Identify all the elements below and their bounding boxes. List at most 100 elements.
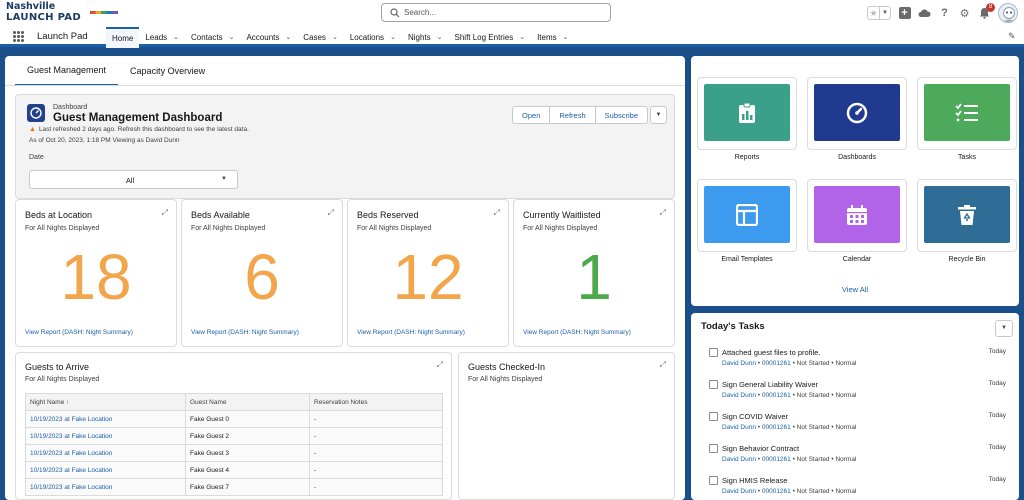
task-owner-link[interactable]: David Dunn: [722, 360, 756, 367]
night-name-link[interactable]: 10/19/2023 at Fake Location: [25, 427, 186, 445]
task-title-link[interactable]: Sign HMIS Release: [722, 476, 787, 485]
task-owner-link[interactable]: David Dunn: [722, 392, 756, 399]
tile-label-recycle-bin[interactable]: Recycle Bin: [917, 256, 1017, 263]
tab-capacity-overview[interactable]: Capacity Overview: [118, 56, 217, 86]
nav-item-items[interactable]: Items ⌄: [531, 27, 574, 47]
task-item: Sign General Liability Waiver Today Davi…: [709, 379, 1009, 409]
notifications-button[interactable]: 8: [978, 2, 995, 20]
nav-item-nights[interactable]: Nights ⌄: [402, 27, 449, 47]
setup-button[interactable]: ⚙: [958, 7, 971, 20]
task-title-link[interactable]: Attached guest files to profile.: [722, 348, 820, 357]
warning-icon: ▲: [29, 126, 36, 133]
chevron-down-icon[interactable]: ⌄: [519, 33, 525, 41]
task-owner-link[interactable]: David Dunn: [722, 456, 756, 463]
plus-icon: +: [898, 7, 911, 19]
metric-title: Currently Waitlisted: [523, 210, 601, 220]
task-checkbox[interactable]: [709, 348, 718, 357]
task-record-link[interactable]: 00001261: [762, 488, 791, 495]
task-checkbox[interactable]: [709, 444, 718, 453]
view-report-link[interactable]: View Report (DASH: Night Summary): [357, 329, 465, 336]
column-header-guest-name[interactable]: Guest Name: [185, 393, 310, 411]
task-checkbox[interactable]: [709, 476, 718, 485]
task-checkbox[interactable]: [709, 412, 718, 421]
task-record-link[interactable]: 00001261: [762, 424, 791, 431]
task-record-link[interactable]: 00001261: [762, 392, 791, 399]
expand-icon[interactable]: ⤢: [437, 360, 443, 370]
night-name-link[interactable]: 10/19/2023 at Fake Location: [25, 410, 186, 428]
expand-icon[interactable]: ⤢: [328, 208, 334, 218]
favorites-button[interactable]: ★ ▼: [867, 6, 891, 20]
tile-label-calendar[interactable]: Calendar: [807, 256, 907, 263]
view-all-link[interactable]: View All: [691, 285, 1019, 294]
tile-label-tasks[interactable]: Tasks: [917, 154, 1017, 161]
tile-label-email-templates[interactable]: Email Templates: [697, 256, 797, 263]
task-owner-link[interactable]: David Dunn: [722, 424, 756, 431]
tile-tasks[interactable]: [917, 77, 1017, 150]
nav-item-shift-log-entries[interactable]: Shift Log Entries ⌄: [449, 27, 532, 47]
date-filter-select[interactable]: All ▼: [29, 170, 238, 189]
view-report-link[interactable]: View Report (DASH: Night Summary): [191, 329, 299, 336]
task-checkbox[interactable]: [709, 380, 718, 389]
refresh-warning: ▲ Last refreshed 2 days ago. Refresh thi…: [29, 126, 249, 133]
tile-label-dashboards[interactable]: Dashboards: [807, 154, 907, 161]
guidance-center-button[interactable]: [918, 7, 931, 20]
tile-reports[interactable]: [697, 77, 797, 150]
task-title-link[interactable]: Sign COVID Waiver: [722, 412, 788, 421]
search-placeholder: Search...: [404, 8, 437, 17]
chevron-down-icon[interactable]: ⌄: [563, 33, 569, 41]
chevron-down-icon[interactable]: ⌄: [285, 33, 291, 41]
app-launcher-icon[interactable]: [13, 31, 24, 42]
nav-item-home[interactable]: Home: [106, 27, 140, 48]
expand-icon[interactable]: ⤢: [494, 208, 500, 218]
user-avatar[interactable]: [998, 3, 1018, 23]
column-header-reservation-notes[interactable]: Reservation Notes: [309, 393, 443, 411]
night-name-link[interactable]: 10/19/2023 at Fake Location: [25, 461, 186, 479]
refresh-button[interactable]: Refresh: [549, 107, 594, 123]
table-row: 10/19/2023 at Fake Location Fake Guest 0…: [25, 410, 443, 428]
app-logo[interactable]: Nashville LAUNCH PAD: [6, 1, 92, 25]
night-name-link[interactable]: 10/19/2023 at Fake Location: [25, 444, 186, 462]
night-name-link[interactable]: 10/19/2023 at Fake Location: [25, 478, 186, 496]
tab-guest-management[interactable]: Guest Management: [15, 56, 119, 86]
tile-recycle-bin[interactable]: [917, 179, 1017, 252]
metric-value: 12: [392, 241, 464, 313]
global-create-button[interactable]: +: [898, 7, 911, 20]
chevron-down-icon[interactable]: ⌄: [390, 33, 396, 41]
checklist-icon: [955, 102, 978, 121]
subscribe-button[interactable]: Subscribe: [594, 107, 647, 123]
nav-item-accounts[interactable]: Accounts ⌄: [240, 27, 297, 47]
tile-dashboards[interactable]: [807, 77, 907, 150]
task-item: Sign Behavior Contract Today David Dunn …: [709, 443, 1009, 473]
chevron-down-icon[interactable]: ⌄: [229, 33, 235, 41]
tile-calendar[interactable]: [807, 179, 907, 252]
nav-item-cases[interactable]: Cases ⌄: [297, 27, 344, 47]
metric-subtitle: For All Nights Displayed: [191, 225, 266, 232]
help-button[interactable]: ?: [938, 7, 951, 20]
task-title-link[interactable]: Sign General Liability Waiver: [722, 380, 818, 389]
logo-line1: Nashville: [6, 1, 56, 12]
guest-name-cell: Fake Guest 7: [185, 478, 310, 496]
task-owner-link[interactable]: David Dunn: [722, 488, 756, 495]
edit-nav-pencil-icon[interactable]: ✎: [1008, 31, 1018, 41]
column-header-night-name[interactable]: Night Name ↑: [25, 393, 186, 411]
view-report-link[interactable]: View Report (DASH: Night Summary): [25, 329, 133, 336]
expand-icon[interactable]: ⤢: [162, 208, 168, 218]
task-title-link[interactable]: Sign Behavior Contract: [722, 444, 799, 453]
tile-label-reports[interactable]: Reports: [697, 154, 797, 161]
nav-item-contacts[interactable]: Contacts ⌄: [185, 27, 240, 47]
open-button[interactable]: Open: [513, 107, 549, 123]
chevron-down-icon[interactable]: ⌄: [173, 33, 179, 41]
task-record-link[interactable]: 00001261: [762, 360, 791, 367]
more-actions-button[interactable]: ▼: [650, 106, 667, 124]
tile-email-templates[interactable]: [697, 179, 797, 252]
expand-icon[interactable]: ⤢: [660, 208, 666, 218]
chevron-down-icon[interactable]: ⌄: [437, 33, 443, 41]
tasks-filter-dropdown[interactable]: ▼: [995, 320, 1013, 337]
nav-item-leads[interactable]: Leads ⌄: [139, 27, 185, 47]
nav-item-locations[interactable]: Locations ⌄: [344, 27, 402, 47]
view-report-link[interactable]: View Report (DASH: Night Summary): [523, 329, 631, 336]
expand-icon[interactable]: ⤢: [660, 360, 666, 370]
task-record-link[interactable]: 00001261: [762, 456, 791, 463]
global-search[interactable]: Search...: [381, 3, 611, 22]
chevron-down-icon[interactable]: ⌄: [332, 33, 338, 41]
